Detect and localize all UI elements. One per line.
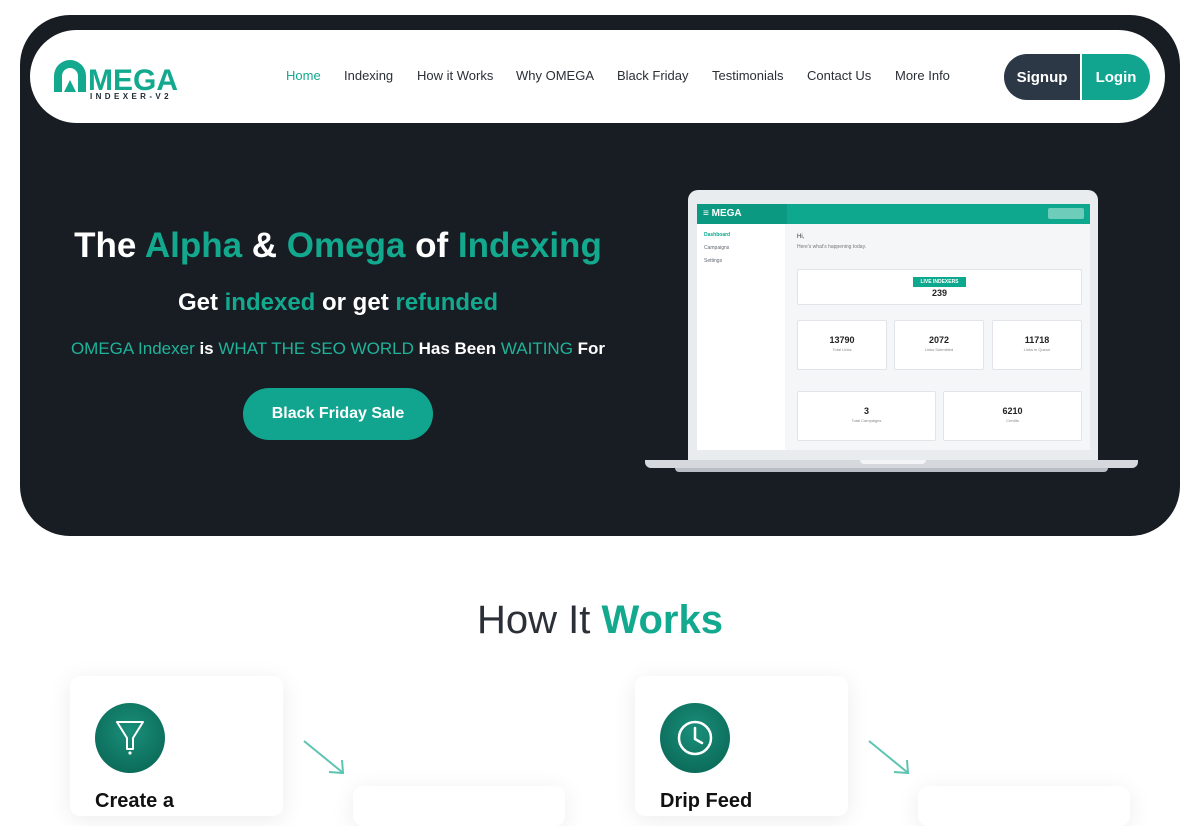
clock-icon [660,703,730,773]
stat-value: 3 [863,406,869,416]
stat-card: 3 Total Campaigns [797,391,936,441]
login-button[interactable]: Login [1082,54,1150,100]
stat-value: 13790 [829,335,855,345]
dashboard-user-blurred [1048,208,1084,219]
stat-value: 11718 [1024,335,1050,345]
logo-subtext: INDEXER-V2 [90,92,172,100]
headline-accent: Indexing [457,226,602,265]
step-card-create: Create a [70,676,283,816]
black-friday-sale-button[interactable]: Black Friday Sale [243,388,433,440]
subheadline-part: Get [177,289,225,316]
tagline-part: Has Been [413,339,501,358]
hero-tagline: OMEGA Indexer is WHAT THE SEO WORLD Has … [0,339,676,359]
subheadline-accent: indexed [224,289,316,316]
headline-part: & [242,226,287,265]
nav-how-it-works[interactable]: How it Works [417,68,493,83]
hamburger-icon: ≡ [703,208,712,219]
stat-card: 6210 Credits [943,391,1082,441]
dashboard-side-item: Campaigns [704,245,730,251]
step-title: Drip Feed [660,790,753,812]
how-title-accent: Works [601,598,723,642]
stat-card: 2072 Links Submitted [894,320,984,370]
headline-part: The [74,226,145,265]
nav-why-omega[interactable]: Why OMEGA [516,68,594,83]
stat-label: Links in Queue [1023,347,1051,352]
laptop-notch [860,460,926,464]
tagline-accent: OMEGA Indexer [70,339,195,358]
nav-indexing[interactable]: Indexing [344,68,393,83]
dashboard-greeting: Hi, [797,234,805,240]
stat-label: Total Campaigns [851,418,882,423]
stat-value: 6210 [1002,406,1023,416]
stat-card: 13790 Total Links [797,320,887,370]
tagline-accent: WHAT THE SEO WORLD [218,339,414,358]
omega-logo[interactable]: MEGA INDEXER-V2 [50,54,200,101]
dashboard-main: Hi, Here's what's happening today. LIVE … [785,224,1090,450]
stat-value: 2072 [928,335,950,345]
laptop-mockup: ≡ MEGA Dashboard Campaigns Settings Hi, … [645,190,1138,478]
dashboard-sidebar: Dashboard Campaigns Settings [697,224,785,450]
laptop-foot [675,468,1108,472]
step-card-fourth [918,786,1130,826]
subheadline-part: or get [315,289,396,316]
live-indexers-badge: LIVE INDEXERS [913,277,966,287]
laptop-screen-frame: ≡ MEGA Dashboard Campaigns Settings Hi, … [688,190,1098,460]
how-title-part: How It [476,598,602,642]
dashboard-screenshot: ≡ MEGA Dashboard Campaigns Settings Hi, … [697,204,1090,450]
arrow-icon [866,738,912,776]
signup-button[interactable]: Signup [1004,54,1080,100]
headline-part: of [405,226,458,265]
navbar: MEGA INDEXER-V2 Home Indexing How it Wor… [30,30,1165,123]
nav-home[interactable]: Home [286,68,321,83]
stat-label: Links Submitted [924,347,954,352]
stat-label: Credits [1006,418,1019,423]
dashboard-side-item: Dashboard [704,232,731,238]
dashboard-side-item: Settings [704,258,723,264]
nav-testimonials[interactable]: Testimonials [712,68,784,83]
how-it-works-title: How It Works [0,598,1200,643]
live-indexers-card: LIVE INDEXERS 239 [797,269,1082,305]
step-title: Create a [95,790,174,812]
step-card-drip-feed: Drip Feed [635,676,848,816]
nav-contact-us[interactable]: Contact Us [807,68,871,83]
dashboard-logo-text: MEGA [711,208,742,219]
hero-headline: The Alpha & Omega of Indexing [0,226,676,266]
funnel-icon [95,703,165,773]
tagline-part: is [194,339,219,358]
arrow-icon [301,738,347,776]
headline-accent: Omega [286,226,406,265]
tagline-accent: WAITING [500,339,573,358]
dashboard-logo: ≡ MEGA [697,204,787,224]
stat-card: 11718 Links in Queue [992,320,1082,370]
tagline-part: For [572,339,606,358]
hero-subheadline: Get indexed or get refunded [0,289,676,317]
dashboard-greeting-sub: Here's what's happening today. [797,244,867,250]
headline-accent: Alpha [144,226,243,265]
nav-more-info[interactable]: More Info [895,68,950,83]
live-indexers-value: 239 [931,288,948,298]
stat-label: Total Links [832,347,852,352]
nav-black-friday[interactable]: Black Friday [617,68,689,83]
step-card-second [353,786,565,826]
subheadline-accent: refunded [395,289,499,316]
